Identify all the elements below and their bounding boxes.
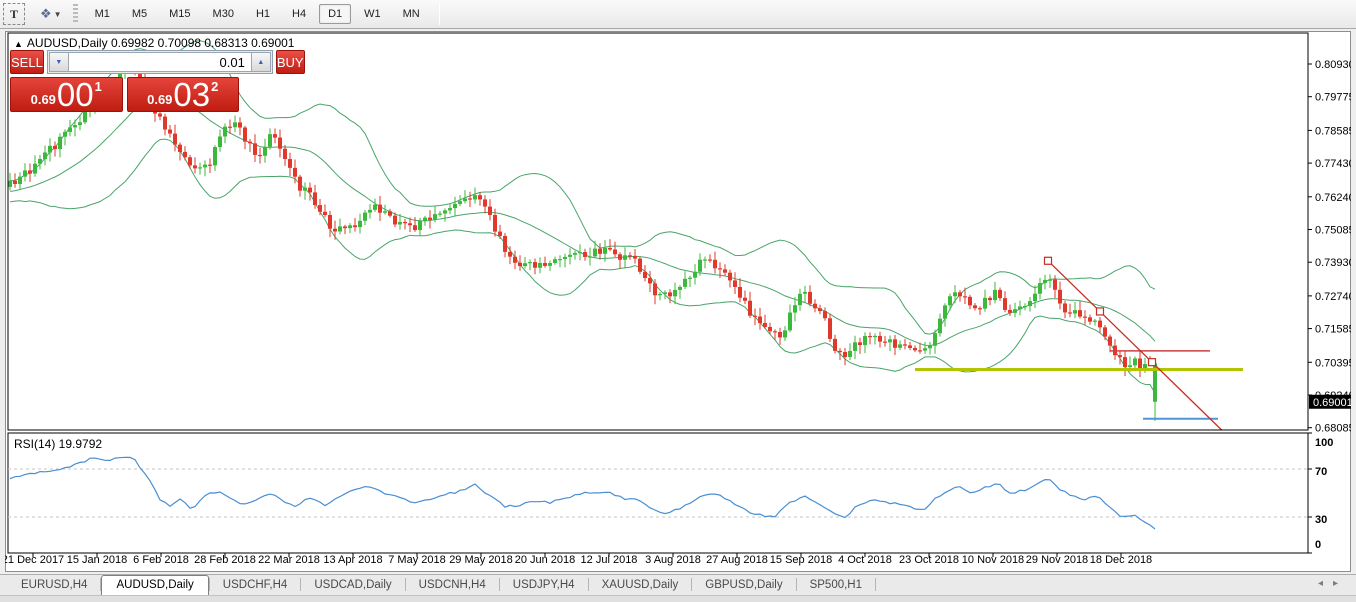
chevron-down-icon: ▼ xyxy=(54,10,62,19)
toolbar-grip[interactable] xyxy=(73,4,78,24)
symbol-tab-bar: EURUSD,H4AUDUSD,DailyUSDCHF,H4USDCAD,Dai… xyxy=(0,574,1356,595)
svg-text:10 Nov 2018: 10 Nov 2018 xyxy=(962,554,1024,566)
svg-text:0.80930: 0.80930 xyxy=(1315,59,1351,71)
svg-text:0.79775: 0.79775 xyxy=(1315,92,1351,104)
svg-text:27 Aug 2018: 27 Aug 2018 xyxy=(706,554,768,566)
svg-text:0.71585: 0.71585 xyxy=(1315,324,1351,336)
sell-price-main: 00 xyxy=(57,80,94,110)
buy-button[interactable]: BUY xyxy=(276,50,305,74)
lot-stepper: ▼ ▲ xyxy=(47,50,273,74)
lot-size-input[interactable] xyxy=(69,52,251,72)
svg-text:22 Mar 2018: 22 Mar 2018 xyxy=(258,554,320,566)
tab-xauusd-daily[interactable]: XAUUSD,Daily xyxy=(589,576,692,595)
tab-sp500-h1[interactable]: SP500,H1 xyxy=(797,576,875,595)
sell-price-pip: 1 xyxy=(95,79,102,94)
buy-price-prefix: 0.69 xyxy=(147,92,172,107)
one-click-trading-panel: SELL ▼ ▲ BUY 0.69 00 1 0.69 03 2 xyxy=(10,50,239,112)
text-tool-button[interactable]: T xyxy=(3,3,25,25)
svg-text:12 Jul 2018: 12 Jul 2018 xyxy=(581,554,638,566)
sell-price-prefix: 0.69 xyxy=(31,92,56,107)
tab-gbpusd-daily[interactable]: GBPUSD,Daily xyxy=(692,576,795,595)
svg-text:0.76240: 0.76240 xyxy=(1315,192,1351,204)
svg-text:23 Oct 2018: 23 Oct 2018 xyxy=(899,554,959,566)
tab-divider xyxy=(875,578,876,591)
top-toolbar: T ❖ ▼ M1M5M15M30H1H4D1W1MN xyxy=(0,0,1356,29)
svg-text:4 Oct 2018: 4 Oct 2018 xyxy=(838,554,892,566)
svg-text:0.69001: 0.69001 xyxy=(1313,397,1351,409)
timeframe-h1[interactable]: H1 xyxy=(247,4,279,24)
svg-text:0.77430: 0.77430 xyxy=(1315,158,1351,170)
tab-usdjpy-h4[interactable]: USDJPY,H4 xyxy=(500,576,588,595)
toolbar-separator xyxy=(439,3,440,25)
tab-usdcad-daily[interactable]: USDCAD,Daily xyxy=(301,576,404,595)
svg-text:29 May 2018: 29 May 2018 xyxy=(449,554,513,566)
buy-price-pip: 2 xyxy=(211,79,218,94)
timeframe-m30[interactable]: M30 xyxy=(204,4,243,24)
timeframe-m1[interactable]: M1 xyxy=(86,4,119,24)
svg-text:100: 100 xyxy=(1315,437,1333,449)
tab-audusd-daily[interactable]: AUDUSD,Daily xyxy=(101,575,208,596)
svg-text:0.72740: 0.72740 xyxy=(1315,291,1351,303)
current-price-tag: 0.69001 xyxy=(1309,395,1351,409)
diamond-icon: ❖ xyxy=(40,6,50,22)
svg-text:20 Jun 2018: 20 Jun 2018 xyxy=(515,554,576,566)
timeframe-h4[interactable]: H4 xyxy=(283,4,315,24)
tab-eurusd-h4[interactable]: EURUSD,H4 xyxy=(8,576,100,595)
symbol-ohlc-header: ▲ AUDUSD,Daily 0.69982 0.70098 0.68313 0.… xyxy=(14,36,294,50)
svg-text:30: 30 xyxy=(1315,514,1327,526)
timeframe-mn[interactable]: MN xyxy=(394,4,429,24)
svg-text:13 Apr 2018: 13 Apr 2018 xyxy=(323,554,382,566)
svg-text:0.70395: 0.70395 xyxy=(1315,357,1351,369)
tab-usdchf-h4[interactable]: USDCHF,H4 xyxy=(210,576,301,595)
svg-text:70: 70 xyxy=(1315,466,1327,478)
buy-price-box[interactable]: 0.69 03 2 xyxy=(127,77,240,112)
timeframe-w1[interactable]: W1 xyxy=(355,4,390,24)
svg-text:15 Jan 2018: 15 Jan 2018 xyxy=(67,554,128,566)
timeframe-d1[interactable]: D1 xyxy=(319,4,351,24)
svg-text:0.68085: 0.68085 xyxy=(1315,423,1351,435)
tab-scroll-arrows[interactable]: ◂▸ xyxy=(1318,578,1348,589)
buy-price-main: 03 xyxy=(173,80,210,110)
sell-button[interactable]: SELL xyxy=(10,50,44,74)
lot-increase-button[interactable]: ▲ xyxy=(251,52,271,72)
bottom-strip xyxy=(0,595,1356,602)
svg-text:3 Aug 2018: 3 Aug 2018 xyxy=(645,554,701,566)
tab-usdcnh-h4[interactable]: USDCNH,H4 xyxy=(406,576,499,595)
svg-text:6 Feb 2018: 6 Feb 2018 xyxy=(133,554,189,566)
svg-text:0: 0 xyxy=(1315,539,1321,551)
sell-price-box[interactable]: 0.69 00 1 xyxy=(10,77,123,112)
svg-text:29 Nov 2018: 29 Nov 2018 xyxy=(1026,554,1088,566)
svg-text:15 Sep 2018: 15 Sep 2018 xyxy=(770,554,832,566)
svg-text:21 Dec 2017: 21 Dec 2017 xyxy=(5,554,64,566)
rsi-indicator-label: RSI(14) 19.9792 xyxy=(14,437,102,451)
svg-text:18 Dec 2018: 18 Dec 2018 xyxy=(1090,554,1152,566)
direction-up-icon: ▲ xyxy=(14,39,23,49)
ohlc-values: 0.69982 0.70098 0.68313 0.69001 xyxy=(111,36,295,50)
svg-text:0.75085: 0.75085 xyxy=(1315,224,1351,236)
timeframe-m5[interactable]: M5 xyxy=(123,4,156,24)
symbol-label: AUDUSD,Daily xyxy=(27,36,108,50)
svg-text:0.73930: 0.73930 xyxy=(1315,257,1351,269)
svg-text:7 May 2018: 7 May 2018 xyxy=(388,554,445,566)
objects-style-button[interactable]: ❖ ▼ xyxy=(39,3,63,25)
svg-text:0.78585: 0.78585 xyxy=(1315,125,1351,137)
svg-text:28 Feb 2018: 28 Feb 2018 xyxy=(194,554,256,566)
lot-decrease-button[interactable]: ▼ xyxy=(49,52,69,72)
timeframe-buttons: M1M5M15M30H1H4D1W1MN xyxy=(84,4,431,24)
timeframe-m15[interactable]: M15 xyxy=(160,4,199,24)
